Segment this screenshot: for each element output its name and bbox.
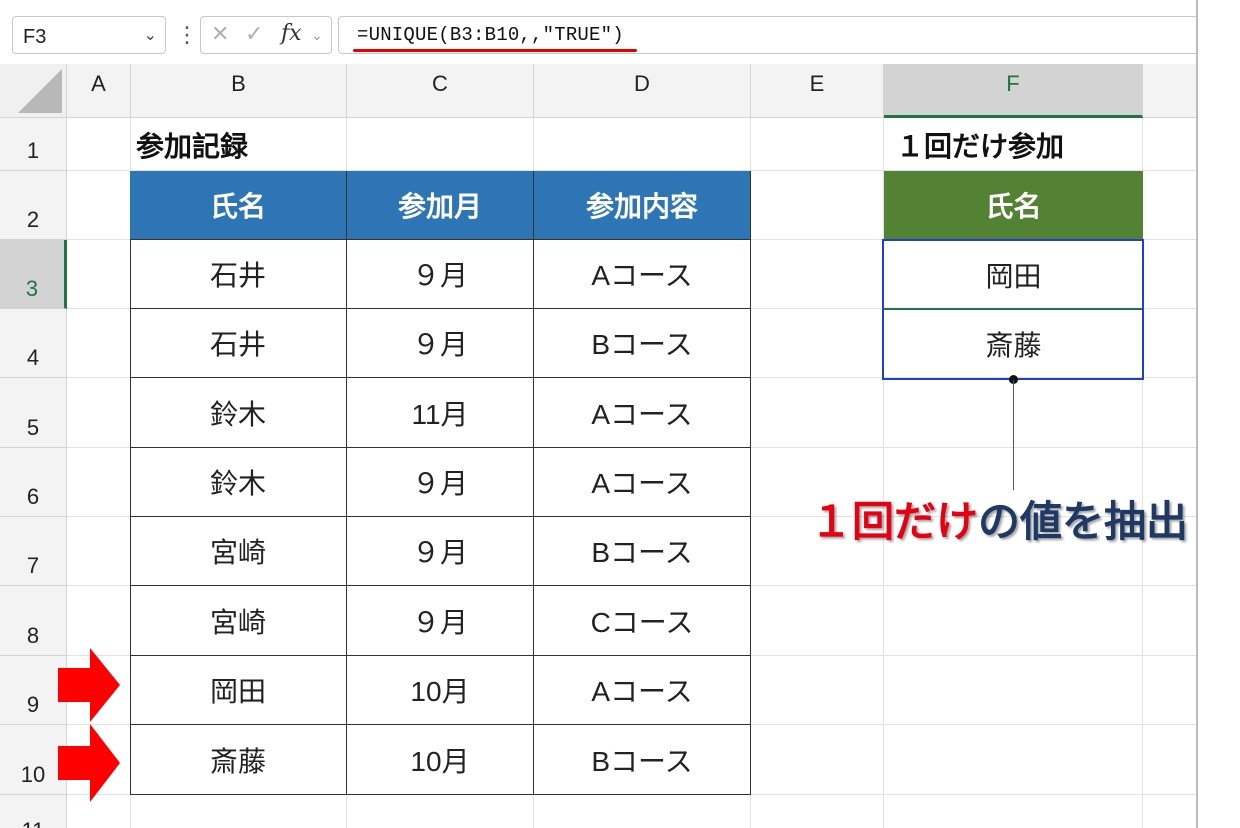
red-arrow-icon	[58, 648, 120, 722]
row-header-7[interactable]: 7	[0, 517, 67, 586]
callout-part-navy: の値を抽出	[978, 498, 1189, 545]
column-header-b[interactable]: B	[131, 64, 347, 118]
table-cell[interactable]: 斎藤	[130, 725, 347, 795]
column-header-c[interactable]: C	[347, 64, 534, 118]
formula-input[interactable]: =UNIQUE(B3:B10,,"TRUE")	[338, 16, 1196, 54]
table-cell[interactable]: ９月	[347, 586, 534, 656]
table-cell[interactable]: 鈴木	[130, 448, 347, 517]
header-cell-name[interactable]: 氏名	[130, 171, 347, 240]
source-table-title[interactable]: 参加記録	[136, 118, 536, 171]
table-cell[interactable]: Aコース	[534, 240, 751, 309]
result-header-cell[interactable]: 氏名	[884, 171, 1143, 240]
column-header-a[interactable]: A	[67, 64, 131, 118]
row-header-8[interactable]: 8	[0, 586, 67, 656]
spill-range-border	[882, 239, 1144, 380]
excel-window: F3 ⌄ ⋮ ✕ ✓ fx ⌄ =UNIQUE(B3:B10,,"TRUE") …	[0, 0, 1198, 828]
table-cell[interactable]: 岡田	[130, 656, 347, 725]
more-vertical-icon[interactable]: ⋮	[176, 16, 198, 54]
row-header-10[interactable]: 10	[0, 725, 67, 795]
column-header-d[interactable]: D	[534, 64, 751, 118]
formula-buttons: ✕ ✓ fx ⌄	[200, 16, 332, 54]
row-header-4[interactable]: 4	[0, 309, 67, 378]
name-box[interactable]: F3 ⌄	[12, 16, 166, 54]
header-cell-content[interactable]: 参加内容	[534, 171, 751, 240]
table-cell[interactable]: 10月	[347, 725, 534, 795]
fx-icon[interactable]: fx	[281, 21, 302, 46]
formula-underline	[353, 49, 637, 52]
column-header-f[interactable]: F	[884, 64, 1143, 118]
red-arrow-icon	[58, 724, 120, 802]
table-cell[interactable]: 鈴木	[130, 378, 347, 448]
table-cell[interactable]: Bコース	[534, 309, 751, 378]
row-header-5[interactable]: 5	[0, 378, 67, 448]
table-cell[interactable]: 宮崎	[130, 586, 347, 656]
confirm-check-icon[interactable]: ✓	[245, 21, 263, 47]
row-header-2[interactable]: 2	[0, 171, 67, 240]
column-header-g[interactable]	[1143, 64, 1196, 118]
table-cell[interactable]: 石井	[130, 309, 347, 378]
select-all-button[interactable]	[0, 64, 67, 118]
formula-text: =UNIQUE(B3:B10,,"TRUE")	[357, 24, 624, 46]
callout-text: １回だけの値を抽出	[810, 488, 1188, 549]
row-header-1[interactable]: 1	[0, 118, 67, 171]
chevron-down-icon[interactable]: ⌄	[311, 27, 323, 44]
table-cell[interactable]: 10月	[347, 656, 534, 725]
dropdown-chevron-icon[interactable]: ⌄	[144, 25, 157, 45]
callout-line	[1013, 380, 1014, 490]
header-cell-month[interactable]: 参加月	[347, 171, 534, 240]
table-cell[interactable]: ９月	[347, 240, 534, 309]
table-cell[interactable]: 宮崎	[130, 517, 347, 586]
callout-part-red: １回だけ	[810, 498, 979, 545]
row-header-3[interactable]: 3	[0, 240, 67, 309]
table-cell[interactable]: Aコース	[534, 448, 751, 517]
name-box-value: F3	[23, 26, 47, 48]
select-all-triangle-icon	[18, 69, 62, 113]
row-header-6[interactable]: 6	[0, 448, 67, 517]
table-cell[interactable]: Bコース	[534, 517, 751, 586]
table-cell[interactable]: Cコース	[534, 586, 751, 656]
result-table-title[interactable]: １回だけ参加	[896, 118, 1156, 171]
table-cell[interactable]: 11月	[347, 378, 534, 448]
row-header-9[interactable]: 9	[0, 656, 67, 725]
column-header-e[interactable]: E	[751, 64, 884, 118]
table-cell[interactable]: Aコース	[534, 656, 751, 725]
formula-bar: F3 ⌄ ⋮ ✕ ✓ fx ⌄ =UNIQUE(B3:B10,,"TRUE")	[0, 0, 1196, 65]
table-cell[interactable]: 石井	[130, 240, 347, 309]
table-cell[interactable]: Aコース	[534, 378, 751, 448]
table-cell[interactable]: Bコース	[534, 725, 751, 795]
table-cell[interactable]: ９月	[347, 309, 534, 378]
table-cell[interactable]: ９月	[347, 517, 534, 586]
table-cell[interactable]: ９月	[347, 448, 534, 517]
row-header-11[interactable]: 11	[0, 795, 67, 828]
cancel-x-icon[interactable]: ✕	[211, 21, 229, 47]
